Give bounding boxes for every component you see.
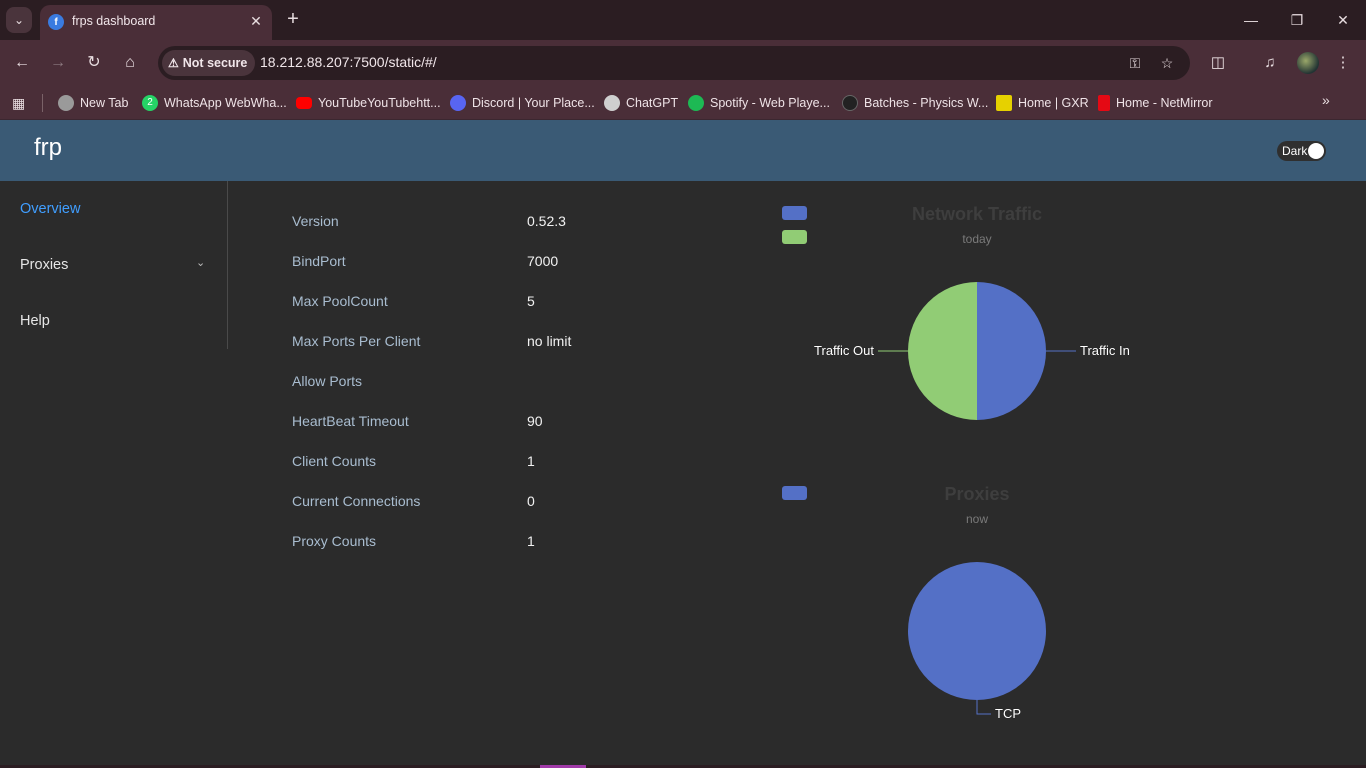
browser-tab-bar: ⌄ f frps dashboard ✕ + — ❐ ✕: [0, 0, 1366, 40]
bookmark-whatsapp[interactable]: 2 WhatsApp WebWha...: [142, 92, 287, 114]
bookmark-spotify[interactable]: Spotify - Web Playe...: [688, 92, 830, 114]
browser-tab[interactable]: f frps dashboard ✕: [40, 5, 272, 40]
globe-icon: [58, 95, 74, 111]
netmirror-icon: [1098, 95, 1110, 111]
minimize-icon[interactable]: —: [1239, 8, 1263, 32]
bookmark-gxr[interactable]: Home | GXR: [996, 92, 1089, 114]
reload-icon[interactable]: ↻: [81, 50, 107, 76]
url-text[interactable]: 18.212.88.207:7500/static/#/: [260, 54, 437, 70]
tab-favicon-icon: f: [48, 14, 64, 30]
pie-label-traffic-out: Traffic Out: [814, 343, 874, 358]
back-arrow-icon[interactable]: ←: [9, 50, 35, 76]
pie-slice-traffic-out[interactable]: [908, 282, 977, 420]
home-icon[interactable]: ⌂: [117, 50, 143, 76]
password-key-icon[interactable]: ⚿: [1124, 52, 1146, 74]
bookmark-discord[interactable]: Discord | Your Place...: [450, 92, 595, 114]
network-traffic-chart: Network Traffic today Traffic In Traffic …: [782, 204, 1130, 420]
restore-icon[interactable]: ❐: [1285, 8, 1309, 32]
discord-icon: [450, 95, 466, 111]
chart-subtitle: today: [962, 232, 991, 246]
toggle-knob: [1308, 143, 1324, 159]
pie-slice-traffic-in[interactable]: [977, 282, 1046, 420]
bookmark-star-icon[interactable]: ☆: [1156, 52, 1178, 74]
whatsapp-icon: 2: [142, 95, 158, 111]
proxies-chart: Proxies now TCP: [782, 484, 1046, 721]
tab-search-chevron-icon[interactable]: ⌄: [6, 7, 32, 33]
apps-grid-icon[interactable]: ▦: [12, 94, 30, 112]
sidebar-item-overview[interactable]: Overview: [20, 201, 80, 217]
chart-subtitle: now: [966, 512, 988, 526]
address-bar[interactable]: ⚠ Not secure 18.212.88.207:7500/static/#/…: [158, 46, 1190, 80]
brand-logo-text: frp: [34, 134, 63, 161]
extensions-puzzle-icon[interactable]: ◫: [1205, 50, 1231, 76]
bookmark-netmirror[interactable]: Home - NetMirror: [1098, 92, 1213, 114]
pie-slice-tcp[interactable]: [908, 562, 1046, 700]
warning-triangle-icon: ⚠: [168, 56, 179, 70]
bookmark-batches[interactable]: Batches - Physics W...: [842, 92, 988, 114]
pie-label-traffic-in: Traffic In: [1080, 343, 1130, 358]
chevron-down-icon[interactable]: ⌄: [196, 256, 205, 269]
legend-swatch-tcp[interactable]: [782, 486, 807, 500]
security-label: Not secure: [182, 56, 248, 70]
browser-toolbar: ← → ↻ ⌂ ⚠ Not secure 18.212.88.207:7500/s…: [0, 40, 1366, 86]
bookmarks-divider: [42, 94, 43, 112]
dark-mode-toggle[interactable]: Dark: [1277, 141, 1326, 161]
new-tab-plus-icon[interactable]: +: [282, 8, 304, 30]
window-close-icon[interactable]: ✕: [1331, 8, 1355, 32]
chart-title: Network Traffic: [912, 204, 1042, 224]
forward-arrow-icon[interactable]: →: [45, 50, 71, 76]
pie-label-tcp: TCP: [995, 706, 1021, 721]
pie-leader-line: [976, 700, 991, 715]
spotify-icon: [688, 95, 704, 111]
bookmark-youtube[interactable]: YouTubeYouTubehtt...: [296, 92, 441, 114]
bookmark-new-tab[interactable]: New Tab: [58, 92, 128, 114]
sidebar-item-help[interactable]: Help: [20, 313, 50, 329]
chart-title: Proxies: [944, 484, 1009, 504]
media-queue-icon[interactable]: ♫: [1257, 50, 1283, 76]
legend-swatch-traffic-in[interactable]: [782, 206, 807, 220]
gxr-icon: [996, 95, 1012, 111]
charts-canvas: Network Traffic today Traffic In Traffic …: [782, 204, 1130, 721]
youtube-icon: [296, 97, 312, 109]
bookmark-chatgpt[interactable]: ChatGPT: [604, 92, 678, 114]
tab-close-icon[interactable]: ✕: [246, 11, 266, 31]
security-chip[interactable]: ⚠ Not secure: [162, 50, 256, 76]
profile-avatar[interactable]: [1297, 52, 1319, 74]
main-content: Version 0.52.3 BindPort 7000 Max PoolCou…: [229, 181, 1366, 768]
sidebar-item-proxies[interactable]: Proxies: [20, 257, 68, 273]
legend-swatch-traffic-out[interactable]: [782, 230, 807, 244]
bookmarks-bar: ▦ New Tab 2 WhatsApp WebWha... YouTubeYou…: [0, 86, 1366, 120]
kebab-menu-icon[interactable]: ⋮: [1330, 50, 1356, 76]
app-header: frp: [0, 120, 1366, 181]
toggle-label: Dark: [1282, 144, 1308, 158]
chatgpt-icon: [604, 95, 620, 111]
bookmarks-overflow-chevron-icon[interactable]: »: [1322, 92, 1330, 108]
batches-icon: [842, 95, 858, 111]
tab-title: frps dashboard: [72, 14, 156, 28]
